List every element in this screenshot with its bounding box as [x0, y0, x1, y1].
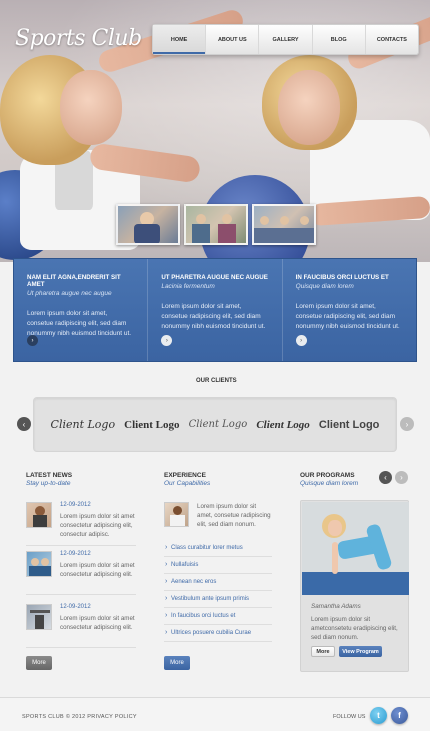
clients-heading: OUR CLIENTS [196, 378, 237, 384]
experience-list-item[interactable]: Nullafuisis [164, 557, 272, 574]
experience-heading: EXPERIENCE [164, 472, 206, 479]
chevron-right-icon: › [165, 337, 168, 344]
news-text[interactable]: Lorem ipsum dolor sit amet consectetur a… [60, 561, 136, 579]
feature-subtitle: Quisque diam lorem [295, 283, 354, 290]
footer-copyright[interactable]: SPORTS CLUB © 2012 PRIVACY POLICY [22, 714, 137, 720]
chevron-left-icon: ‹ [384, 473, 387, 482]
chevron-left-icon: ‹ [22, 419, 26, 429]
client-logo[interactable]: Client Logo [124, 419, 179, 431]
feature-block: IN FAUCIBUS ORCI LUCTUS ET Quisque diam … [283, 259, 416, 361]
main-navigation: HOME ABOUT US GALLERY BLOG CONTACTS [152, 24, 419, 55]
news-date: 12-09-2012 [60, 604, 91, 610]
twitter-button[interactable]: t [370, 707, 387, 724]
news-subtitle: Stay up-to-date [26, 480, 71, 487]
client-logo[interactable]: Client Logo [189, 419, 248, 430]
experience-list: Class curabitur lorer metus Nullafuisis … [164, 540, 272, 642]
news-text[interactable]: Lorem ipsum dolor sit amet consectetur a… [60, 512, 136, 539]
slider-thumbnail[interactable] [184, 204, 248, 245]
footer: SPORTS CLUB © 2012 PRIVACY POLICY FOLLOW… [0, 697, 430, 731]
client-logo[interactable]: Client Logo [319, 419, 380, 431]
slider-thumbnail[interactable] [116, 204, 180, 245]
client-logo[interactable]: Client Logo [256, 419, 309, 431]
experience-list-item[interactable]: Aenean nec eros [164, 574, 272, 591]
feature-subtitle: Lacinia fermentum [161, 283, 215, 290]
program-more-button[interactable]: More [311, 646, 335, 657]
program-card: Samantha Adams Lorem ipsum dolor sit ame… [300, 500, 409, 672]
feature-block: UT PHARETRA AUGUE NEC AUGUE Lacinia ferm… [148, 259, 283, 361]
facebook-button[interactable]: f [391, 707, 408, 724]
nav-about-us[interactable]: ABOUT US [206, 25, 260, 54]
twitter-icon: t [377, 711, 380, 720]
feature-subtitle: Ut pharetra augue nec augue [27, 290, 112, 297]
programs-next-button[interactable]: › [395, 471, 408, 484]
feature-title: NAM ELIT AGNA,ENDRERIT SIT AMET [27, 274, 121, 288]
clients-carousel: Client Logo Client Logo Client Logo Clie… [33, 397, 397, 452]
feature-more-button[interactable]: › [161, 335, 173, 346]
experience-list-item[interactable]: Ultrices posuere cubilia Curae [164, 625, 272, 642]
feature-text: Lorem ipsum dolor sit amet, consetue rad… [27, 310, 132, 337]
clients-prev-button[interactable]: ‹ [17, 417, 31, 431]
news-thumbnail [26, 604, 52, 630]
features-band: NAM ELIT AGNA,ENDRERIT SIT AMET Ut phare… [13, 258, 417, 362]
nav-gallery[interactable]: GALLERY [259, 25, 313, 54]
news-item[interactable]: 12-09-2012 Lorem ipsum dolor sit amet co… [26, 604, 136, 648]
feature-block: NAM ELIT AGNA,ENDRERIT SIT AMET Ut phare… [14, 259, 149, 361]
news-thumbnail [26, 551, 52, 577]
program-image [302, 502, 409, 595]
facebook-icon: f [398, 711, 401, 720]
news-thumbnail [26, 502, 52, 528]
experience-thumbnail [164, 502, 189, 527]
clients-next-button[interactable]: › [400, 417, 414, 431]
news-item[interactable]: 12-09-2012 Lorem ipsum dolor sit amet co… [26, 551, 136, 595]
nav-blog[interactable]: BLOG [313, 25, 366, 54]
feature-title: UT PHARETRA AUGUE NEC AUGUE [161, 274, 268, 281]
news-text[interactable]: Lorem ipsum dolor sit amet consectetur a… [60, 614, 136, 632]
news-date: 12-09-2012 [60, 502, 91, 508]
program-text: Lorem ipsum dolor sit ametconsetetu erad… [311, 616, 398, 641]
feature-text: Lorem ipsum dolor sit amet, consetue rad… [295, 303, 400, 330]
feature-more-button[interactable]: › [295, 335, 307, 346]
chevron-right-icon: › [400, 473, 403, 482]
experience-list-item[interactable]: Vestibulum ante ipsum primis [164, 591, 272, 608]
news-more-button[interactable]: More [26, 656, 52, 670]
chevron-right-icon: › [300, 337, 303, 344]
feature-text: Lorem ipsum dolor sit amet, consetue rad… [161, 303, 266, 330]
experience-list-item[interactable]: In faucibus orci luctus et [164, 608, 272, 625]
slider-thumbnail[interactable] [252, 204, 316, 245]
footer-follow-label: FOLLOW US [333, 714, 366, 720]
experience-text: Lorem ipsum dolor sit amet, consetue rad… [197, 503, 271, 528]
hero-banner: Sports Club HOME ABOUT US GALLERY BLOG C… [0, 0, 430, 262]
feature-title: IN FAUCIBUS ORCI LUCTUS ET [295, 274, 389, 281]
programs-heading: OUR PROGRAMS [300, 472, 355, 479]
news-date: 12-09-2012 [60, 551, 91, 557]
client-logo[interactable]: Client Logo [51, 418, 116, 431]
news-item[interactable]: 12-09-2012 Lorem ipsum dolor sit amet co… [26, 502, 136, 546]
programs-subtitle: Quisque diam lorem [300, 480, 359, 487]
experience-list-item[interactable]: Class curabitur lorer metus [164, 540, 272, 557]
nav-home[interactable]: HOME [153, 25, 207, 54]
experience-more-button[interactable]: More [164, 656, 190, 670]
chevron-right-icon: › [405, 419, 409, 429]
program-trainer-name: Samantha Adams [311, 603, 361, 610]
feature-more-button[interactable]: › [27, 335, 38, 346]
view-program-button[interactable]: View Program [339, 646, 382, 657]
experience-subtitle: Our Capabilities [164, 480, 211, 487]
programs-prev-button[interactable]: ‹ [379, 471, 392, 484]
news-heading: LATEST NEWS [26, 472, 73, 479]
site-logo[interactable]: Sports Club [15, 26, 142, 51]
slider-thumbnails [116, 204, 316, 245]
nav-contacts[interactable]: CONTACTS [366, 25, 418, 54]
chevron-right-icon: › [31, 337, 34, 344]
